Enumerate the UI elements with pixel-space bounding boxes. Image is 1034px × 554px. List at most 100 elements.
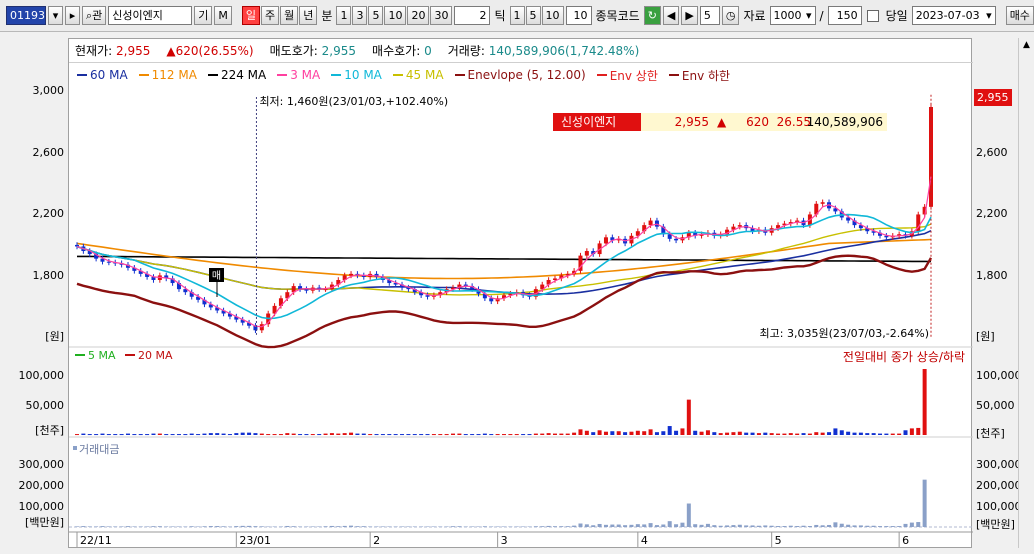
volume-bar <box>814 432 819 435</box>
amount-tick-300000-left: 300,000 <box>18 458 65 471</box>
period-button-0[interactable]: 일 <box>241 6 261 25</box>
tick-button-10[interactable]: 10 <box>541 6 564 25</box>
tick-input[interactable]: 10 <box>565 6 592 25</box>
volume-bar <box>164 434 169 436</box>
amount-bar <box>750 525 755 527</box>
clock-button[interactable]: ◷ <box>721 6 740 25</box>
chart-window[interactable]: 현재가: 2,955 ▲620(26.55%) 매도호가: 2,955 매수호가… <box>68 38 973 548</box>
stock-code-input[interactable]: 011930 <box>6 6 46 25</box>
prev-button[interactable]: ◀ <box>662 6 680 25</box>
volume-bar <box>744 432 749 435</box>
x-tick-label: 22/11 <box>80 534 112 547</box>
amount-bar <box>247 525 252 527</box>
volume-bar <box>909 428 914 435</box>
next-button[interactable]: ▶ <box>681 6 698 25</box>
period-button-3[interactable]: 년 <box>299 6 318 25</box>
date-picker[interactable]: 2023-07-03 ▾ <box>911 6 996 25</box>
amount-bar <box>132 526 137 527</box>
volume-bar <box>788 433 793 435</box>
volume-bar <box>635 430 640 435</box>
volume-bar <box>202 433 207 435</box>
volume-bar <box>852 432 857 435</box>
amount-bar <box>189 526 194 527</box>
amount-bar <box>94 526 99 527</box>
data-label: 자료 <box>743 9 766 23</box>
minute-button-30[interactable]: 30 <box>430 6 453 25</box>
amount-bar <box>119 526 124 527</box>
trade-button[interactable]: 매수 <box>1005 6 1034 25</box>
chart-canvas: 최저: 1,460원(23/01/03,+102.40%) 최고: 3,035원(… <box>69 94 973 547</box>
volume-bar <box>240 432 245 435</box>
m-button[interactable]: M <box>214 6 232 25</box>
chevron-down-icon: ▾ <box>806 9 812 22</box>
search-button[interactable]: ⌕관 <box>82 6 107 25</box>
volume-bar <box>100 433 105 435</box>
volume-bar <box>431 434 436 436</box>
low-annotation: 최저: 1,460원(23/01/03,+102.40%) <box>259 95 448 108</box>
amount-bar <box>508 526 513 527</box>
step-input[interactable]: 5 <box>699 6 720 25</box>
next-arrow-button[interactable]: ▸ <box>65 6 80 25</box>
today-checkbox[interactable] <box>866 9 879 22</box>
price-tick-2200-right: 2,200 <box>976 207 1008 220</box>
gi-button[interactable]: 기 <box>194 6 213 25</box>
minute-button-20[interactable]: 20 <box>407 6 430 25</box>
volume-bar <box>565 433 570 435</box>
volume-bar <box>801 433 806 435</box>
amount-bar <box>387 526 392 527</box>
amount-bar <box>81 526 86 527</box>
period-button-1[interactable]: 주 <box>261 6 280 25</box>
amount-bar <box>603 524 608 527</box>
data-count-select[interactable]: 1000 ▾ <box>769 6 816 25</box>
amount-bar <box>776 526 781 527</box>
buy-marker-label: 매 <box>212 270 221 282</box>
volume-bar <box>776 433 781 435</box>
vertical-scrollbar[interactable]: ▲ <box>1018 38 1034 548</box>
amount-tick-200000-right: 200,000 <box>976 479 1022 492</box>
amount-bar <box>865 525 870 527</box>
stock-name-field[interactable]: 신성이엔지 <box>108 6 193 25</box>
amount-bar <box>705 523 710 527</box>
volume-bar <box>820 432 825 435</box>
minute-button-3[interactable]: 3 <box>352 6 368 25</box>
volume-unit-left: [천주] <box>35 424 64 437</box>
clock-icon: ◷ <box>725 9 736 22</box>
price-box-name: 신성이엔지 <box>561 115 616 129</box>
price-tick-2200-left: 2,200 <box>32 207 65 220</box>
scroll-up-icon[interactable]: ▲ <box>1019 38 1034 52</box>
volume-bar <box>546 433 551 435</box>
volume-bar <box>482 433 487 435</box>
volume-bar <box>304 434 309 436</box>
date-value: 2023-07-03 <box>915 9 980 22</box>
volume-bar <box>807 433 812 435</box>
volume-bar <box>699 431 704 435</box>
amount-bar <box>495 526 500 528</box>
volume-bar <box>349 432 354 435</box>
display-count-input[interactable]: 150 <box>827 6 862 25</box>
volume-bar <box>176 434 181 436</box>
volume-bar <box>266 434 271 436</box>
period-button-2[interactable]: 월 <box>280 6 299 25</box>
candle-body <box>584 251 589 256</box>
tick-button-5[interactable]: 5 <box>525 6 541 25</box>
amount-bar <box>253 526 258 527</box>
tick-value-input[interactable]: 2 <box>454 6 491 25</box>
minute-button-10[interactable]: 10 <box>384 6 407 25</box>
minute-button-1[interactable]: 1 <box>336 6 352 25</box>
amount-bar <box>202 526 207 527</box>
volume-bar <box>846 431 851 435</box>
volume-bar <box>419 434 424 436</box>
amount-bar <box>871 525 876 527</box>
price-box-price: 2,955 <box>675 115 709 129</box>
amount-bar <box>629 524 634 527</box>
code-dropdown-button[interactable]: ▾ <box>48 6 63 25</box>
volume-bar <box>247 432 252 435</box>
amount-bar <box>87 526 92 527</box>
volume-bar <box>132 434 137 436</box>
amount-bar <box>138 526 143 527</box>
volume-bar <box>642 431 647 435</box>
refresh-button[interactable]: ↻ <box>643 6 661 25</box>
minute-button-5[interactable]: 5 <box>368 6 384 25</box>
amount-bar <box>610 524 615 527</box>
tick-button-1[interactable]: 1 <box>509 6 525 25</box>
